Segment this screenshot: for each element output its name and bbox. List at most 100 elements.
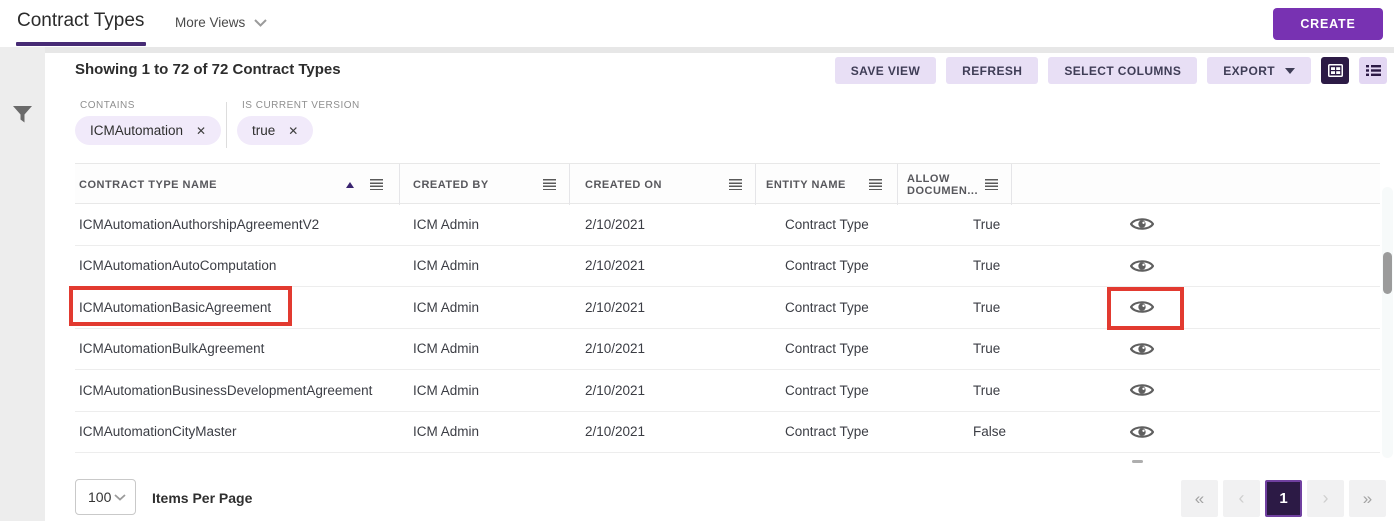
- items-per-page-value: 100: [88, 489, 112, 505]
- export-label: EXPORT: [1223, 63, 1275, 78]
- table-row[interactable]: ICMAutomationCityMaster ICM Admin 2/10/2…: [75, 412, 1380, 453]
- save-view-button[interactable]: SAVE VIEW: [834, 57, 937, 84]
- table-row[interactable]: ICMAutomationBulkAgreement ICM Admin 2/1…: [75, 329, 1380, 370]
- table-row[interactable]: ICMAutomationAutoComputation ICM Admin 2…: [75, 246, 1380, 287]
- cell-entity-name: Contract Type: [785, 258, 869, 274]
- active-tab-underline: [16, 42, 146, 46]
- close-icon[interactable]: ✕: [288, 124, 298, 138]
- chevron-down-icon: [114, 493, 126, 501]
- cell-entity-name: Contract Type: [785, 382, 869, 398]
- view-details-button[interactable]: [1129, 341, 1155, 357]
- filter-current-version-label: IS CURRENT VERSION: [242, 100, 360, 111]
- cell-created-on: 2/10/2021: [585, 382, 646, 398]
- column-label: CREATED BY: [413, 178, 489, 191]
- column-header-entity-name[interactable]: ENTITY NAME: [756, 164, 898, 205]
- cell-created-by: ICM Admin: [413, 382, 480, 398]
- pagination: « ‹ 1 › »: [1181, 480, 1386, 517]
- eye-icon: [1129, 425, 1155, 438]
- cell-contract-type-name[interactable]: ICMAutomationAuthorshipAgreementV2: [75, 217, 400, 232]
- cell-contract-type-name[interactable]: ICMAutomationAutoComputation: [75, 258, 400, 273]
- table-body: ICMAutomationAuthorshipAgreementV2 ICM A…: [75, 204, 1380, 453]
- grid-view-toggle[interactable]: [1321, 57, 1349, 84]
- items-per-page-label: Items Per Page: [152, 490, 253, 506]
- grid-view-icon: [1327, 64, 1343, 77]
- results-summary: Showing 1 to 72 of 72 Contract Types: [75, 61, 341, 78]
- column-header-created-by[interactable]: CREATED BY: [400, 164, 570, 205]
- column-label: ENTITY NAME: [766, 178, 846, 191]
- cell-created-on: 2/10/2021: [585, 424, 646, 440]
- filter-chip-contains-value: ICMAutomation: [90, 123, 184, 138]
- column-label: CONTRACT TYPE NAME: [79, 178, 217, 191]
- cell-entity-name: Contract Type: [785, 424, 869, 440]
- cell-created-by: ICM Admin: [413, 216, 480, 232]
- filter-contains: CONTAINS ICMAutomation ✕: [75, 100, 222, 145]
- cell-contract-type-name[interactable]: ICMAutomationBasicAgreement: [75, 300, 400, 315]
- chevron-down-icon: [254, 18, 267, 27]
- column-menu-icon[interactable]: [543, 178, 556, 191]
- view-details-button[interactable]: [1129, 382, 1155, 398]
- select-columns-button[interactable]: SELECT COLUMNS: [1048, 57, 1198, 84]
- first-page-button[interactable]: «: [1181, 480, 1218, 517]
- cell-allow-document: True: [973, 258, 1001, 274]
- scrollbar-thumb[interactable]: [1383, 252, 1392, 294]
- list-view-toggle[interactable]: [1359, 57, 1387, 84]
- tab-contract-types[interactable]: Contract Types: [17, 10, 144, 32]
- column-menu-icon[interactable]: [985, 178, 998, 191]
- table-header-row: CONTRACT TYPE NAME CREATED BY CREATED ON…: [75, 163, 1380, 205]
- filter-chip-current-version[interactable]: true ✕: [237, 116, 314, 145]
- view-details-button[interactable]: [1129, 299, 1155, 315]
- column-header-allow-document[interactable]: ALLOW DOCUMEN...: [898, 164, 1012, 205]
- column-label: CREATED ON: [585, 178, 662, 191]
- cell-created-on: 2/10/2021: [585, 299, 646, 315]
- column-header-created-on[interactable]: CREATED ON: [570, 164, 756, 205]
- current-page-button[interactable]: 1: [1265, 480, 1302, 517]
- filter-divider: [226, 102, 227, 148]
- view-details-button[interactable]: [1129, 258, 1155, 274]
- scrollbar-track[interactable]: [1382, 187, 1393, 458]
- cell-entity-name: Contract Type: [785, 216, 869, 232]
- cell-contract-type-name[interactable]: ICMAutomationBusinessDevelopmentAgreemen…: [75, 383, 400, 398]
- create-button[interactable]: CREATE: [1273, 8, 1383, 40]
- table-row[interactable]: ICMAutomationBusinessDevelopmentAgreemen…: [75, 370, 1380, 412]
- partial-row-artifact: [1132, 460, 1143, 463]
- column-menu-icon[interactable]: [370, 178, 383, 191]
- cell-entity-name: Contract Type: [785, 299, 869, 315]
- refresh-button[interactable]: REFRESH: [946, 57, 1039, 84]
- column-menu-icon[interactable]: [729, 178, 742, 191]
- table-row[interactable]: ICMAutomationBasicAgreement ICM Admin 2/…: [75, 287, 1380, 329]
- column-header-actions: [1012, 164, 1380, 205]
- filter-chip-contains[interactable]: ICMAutomation ✕: [75, 116, 222, 145]
- cell-created-by: ICM Admin: [413, 424, 480, 440]
- eye-icon: [1129, 218, 1155, 231]
- cell-allow-document: True: [973, 382, 1001, 398]
- cell-allow-document: True: [973, 299, 1001, 315]
- cell-entity-name: Contract Type: [785, 341, 869, 357]
- filter-funnel-icon[interactable]: [12, 106, 33, 124]
- previous-page-button[interactable]: ‹: [1223, 480, 1260, 517]
- sort-ascending-icon: [346, 181, 354, 188]
- cell-allow-document: False: [973, 424, 1007, 440]
- cell-allow-document: True: [973, 341, 1001, 357]
- table-row[interactable]: ICMAutomationAuthorshipAgreementV2 ICM A…: [75, 204, 1380, 246]
- contract-types-table: CONTRACT TYPE NAME CREATED BY CREATED ON…: [75, 163, 1380, 453]
- column-header-contract-type-name[interactable]: CONTRACT TYPE NAME: [75, 164, 400, 205]
- cell-contract-type-name[interactable]: ICMAutomationBulkAgreement: [75, 341, 400, 356]
- cell-created-on: 2/10/2021: [585, 258, 646, 274]
- cell-contract-type-name[interactable]: ICMAutomationCityMaster: [75, 424, 400, 439]
- eye-icon: [1129, 384, 1155, 397]
- export-button[interactable]: EXPORT: [1207, 57, 1311, 84]
- view-details-button[interactable]: [1129, 424, 1155, 440]
- column-menu-icon[interactable]: [869, 178, 882, 191]
- cell-created-on: 2/10/2021: [585, 341, 646, 357]
- caret-down-icon: [1285, 67, 1295, 74]
- items-per-page-select[interactable]: 100: [75, 479, 136, 515]
- filter-chip-current-version-value: true: [252, 123, 276, 138]
- cell-created-on: 2/10/2021: [585, 216, 646, 232]
- last-page-button[interactable]: »: [1349, 480, 1386, 517]
- cell-created-by: ICM Admin: [413, 341, 480, 357]
- more-views-dropdown[interactable]: More Views: [175, 15, 267, 30]
- next-page-button[interactable]: ›: [1307, 480, 1344, 517]
- close-icon[interactable]: ✕: [196, 124, 206, 138]
- view-details-button[interactable]: [1129, 216, 1155, 232]
- more-views-label: More Views: [175, 15, 246, 30]
